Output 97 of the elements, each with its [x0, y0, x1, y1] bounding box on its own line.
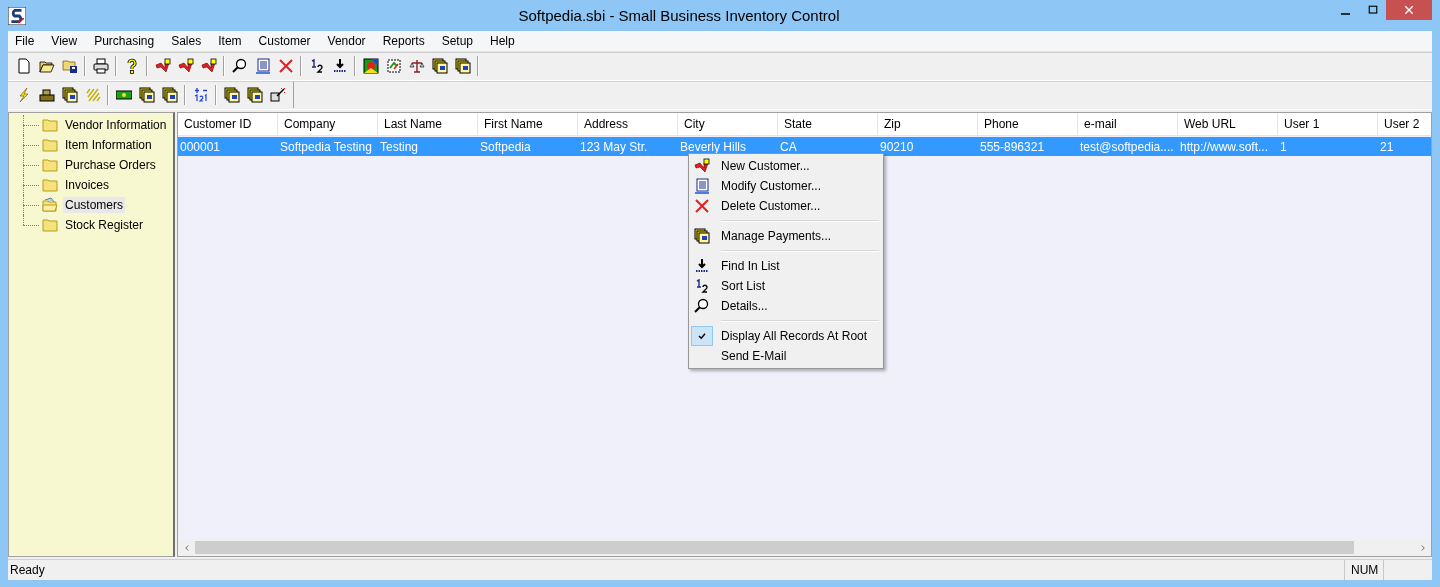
close-icon [1403, 4, 1415, 16]
tree-item[interactable]: Vendor Information [63, 117, 169, 133]
new-file-icon [15, 58, 32, 74]
menu-item[interactable]: Find In List [721, 259, 780, 273]
minimize-icon [1341, 13, 1350, 15]
column-header[interactable]: Address [578, 113, 678, 135]
window-title: Softpedia.sbi - Small Business Inventory Control [517, 7, 841, 24]
column-header[interactable]: Web URL [1178, 113, 1278, 135]
folder-icon [41, 177, 59, 193]
menu-item[interactable]: Vendor [320, 32, 373, 50]
tree-item[interactable]: Invoices [63, 177, 112, 193]
column-header[interactable]: e-mail [1078, 113, 1178, 135]
menu-item[interactable]: Setup [434, 32, 480, 50]
column-header[interactable]: Customer ID [178, 113, 278, 135]
number-sort-icon [192, 87, 209, 103]
table-cell-text: CA [779, 139, 798, 156]
menu-item[interactable]: Manage Payments... [721, 229, 832, 243]
curved-arrow-icon [694, 158, 710, 174]
table-cell-text: http://www.soft... [1179, 139, 1270, 156]
menu-item[interactable]: Delete Customer... [721, 199, 821, 213]
scales-icon [408, 58, 425, 74]
color-chart-icon [362, 58, 379, 74]
open-folder-icon [41, 197, 59, 213]
stacked-cards-icon [161, 87, 178, 103]
magnifier-icon [231, 58, 248, 74]
sort-numbers-icon [694, 278, 710, 294]
tree-item[interactable]: Purchase Orders [63, 157, 158, 173]
menu-item[interactable]: Modify Customer... [721, 179, 822, 193]
folder-icon [41, 157, 59, 173]
menu-item[interactable]: File [8, 32, 42, 50]
table-cell-text: 1 [1279, 139, 1288, 156]
scrollbar-thumb[interactable] [195, 541, 1354, 554]
menu-item[interactable]: Purchasing [87, 32, 162, 50]
tree-item[interactable]: Stock Register [63, 217, 146, 233]
curved-arrow-icon [200, 58, 217, 74]
menu-item[interactable]: Send E-Mail [721, 349, 787, 363]
table-cell-text: 21 [1379, 139, 1395, 156]
open-folder-icon [38, 58, 55, 74]
folder-icon [41, 117, 59, 133]
column-header[interactable]: User 1 [1278, 113, 1378, 135]
menu-item[interactable]: New Customer... [721, 159, 810, 173]
table-cell-text: Softpedia [479, 139, 532, 156]
table-cell-text: 123 May Str. [579, 139, 649, 156]
column-header[interactable]: Last Name [378, 113, 478, 135]
folder-icon [41, 137, 59, 153]
down-arrow-icon [694, 258, 710, 274]
form-edit-icon [254, 58, 271, 74]
magnifier-icon [694, 298, 710, 314]
table-cell-text: test@softpedia.... [1079, 139, 1175, 156]
magic-wand-icon [269, 87, 286, 103]
column-header[interactable]: City [678, 113, 778, 135]
boxes-icon [38, 87, 55, 103]
stacked-cards-icon [246, 87, 263, 103]
stacked-cards-icon [138, 87, 155, 103]
curved-arrow-icon [154, 58, 171, 74]
form-edit-icon [694, 178, 710, 194]
column-header[interactable]: Phone [978, 113, 1078, 135]
printer-icon [92, 58, 109, 74]
down-arrow-icon [331, 58, 348, 74]
table-cell-text: 000001 [179, 139, 222, 156]
curved-arrow-icon [177, 58, 194, 74]
column-header[interactable]: Company [278, 113, 378, 135]
column-header[interactable]: Zip [878, 113, 978, 135]
maximize-icon [1366, 4, 1379, 16]
menu-item[interactable]: Customer [251, 32, 318, 50]
stacked-cards-icon [694, 228, 710, 244]
tree-item[interactable]: Item Information [63, 137, 154, 153]
menu-item[interactable]: Display All Records At Root [721, 329, 868, 343]
table-cell-text: 555-896321 [979, 139, 1046, 156]
tree-item[interactable]: Customers [63, 197, 125, 213]
menu-item[interactable]: Sales [164, 32, 209, 50]
column-header[interactable]: First Name [478, 113, 578, 135]
stacked-cards-icon [454, 58, 471, 74]
menu-item[interactable]: View [44, 32, 85, 50]
table-cell-text: Beverly Hills [679, 139, 747, 156]
status-message: Ready [9, 563, 46, 577]
table-cell-text: Softpedia Testing [279, 139, 373, 156]
exchange-icon [385, 58, 402, 74]
column-header[interactable]: State [778, 113, 878, 135]
column-header[interactable]: User 2 [1378, 113, 1431, 135]
delete-x-icon [277, 58, 294, 74]
num-lock-indicator: NUM [1344, 560, 1383, 580]
app-logo-icon[interactable] [8, 6, 26, 25]
menu-item[interactable]: Details... [721, 299, 768, 313]
menu-item[interactable]: Sort List [721, 279, 765, 293]
delete-x-icon [694, 198, 710, 214]
folder-icon [41, 217, 59, 233]
stacked-cards-icon [431, 58, 448, 74]
striped-lines-icon [84, 87, 101, 103]
table-cell-text: Testing [379, 139, 420, 156]
stacked-cards-icon [223, 87, 240, 103]
table-cell-text: 90210 [879, 139, 915, 156]
stacked-cards-icon [61, 87, 78, 103]
banknote-icon [115, 87, 132, 103]
menu-item[interactable]: Help [483, 32, 522, 50]
menu-item[interactable]: Item [211, 32, 249, 50]
menu-item[interactable]: Reports [375, 32, 432, 50]
